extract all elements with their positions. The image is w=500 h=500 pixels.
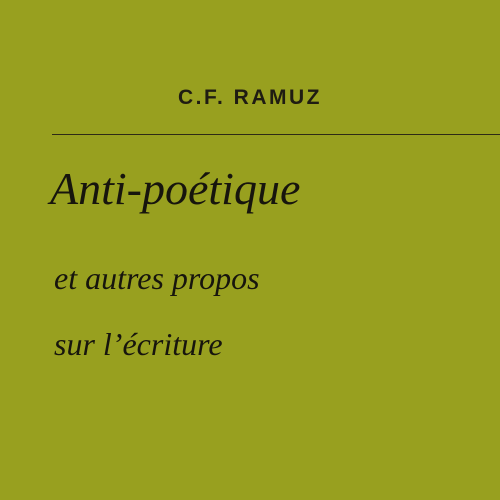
subtitle-line-1: et autres propos <box>54 260 260 296</box>
book-cover: C.F. RAMUZ Anti-poétique et autres propo… <box>0 0 500 500</box>
divider-rule <box>52 134 500 135</box>
author-name: C.F. RAMUZ <box>178 86 322 109</box>
book-title: Anti-poétique <box>50 163 301 214</box>
subtitle-line-2: sur l’écriture <box>54 326 223 362</box>
